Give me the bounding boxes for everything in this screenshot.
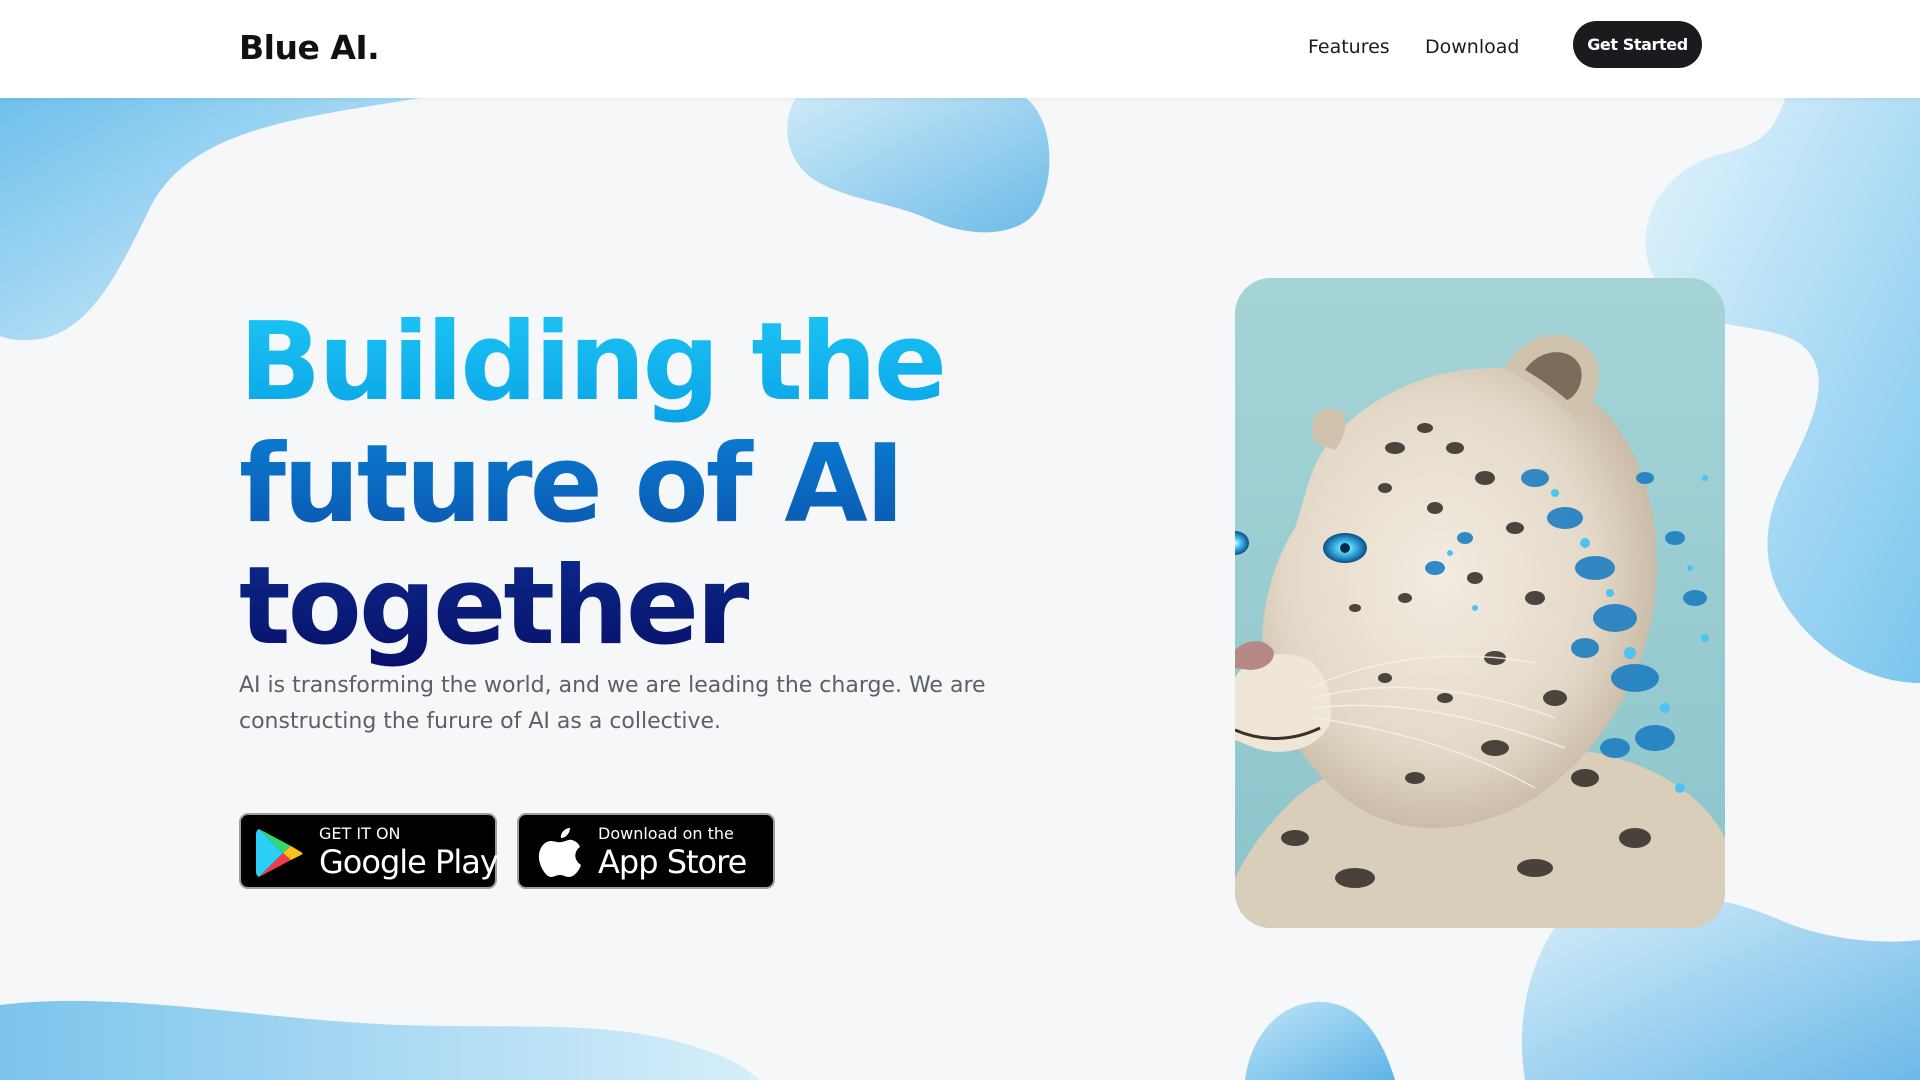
nav-download-link[interactable]: Download [1425, 36, 1519, 58]
google-play-badge[interactable]: GET IT ON Google Play [239, 813, 499, 889]
apple-icon [538, 828, 581, 877]
get-started-button[interactable]: Get Started [1573, 21, 1702, 68]
hero-image-card [1235, 278, 1725, 928]
brand-logo[interactable]: Blue AI. [239, 28, 380, 67]
hero-title: Building the future of AI together [239, 300, 947, 668]
hero-title-line-3: together [239, 546, 944, 668]
apple-badge-small-text: Download on the [598, 824, 734, 843]
hero-subtitle: AI is transforming the world, and we are… [239, 673, 986, 734]
top-center-blob [787, 98, 1050, 233]
google-badge-small-text: GET IT ON [319, 824, 401, 843]
hero-title-line-1: Building the [239, 300, 947, 425]
google-badge-large-text: Google Play [319, 843, 499, 881]
site-header: Blue AI. Features Download Get Started [0, 0, 1920, 98]
apple-badge-large-text: App Store [598, 843, 747, 881]
hero-title-line-2: future of AI [239, 424, 944, 546]
google-play-icon [256, 829, 303, 877]
app-store-badge[interactable]: Download on the App Store [517, 813, 775, 889]
bottom-center-blob [1245, 1001, 1395, 1080]
bottom-left-blob [0, 1000, 760, 1080]
nav-features-link[interactable]: Features [1308, 36, 1390, 58]
leopard-illustration [1235, 278, 1725, 928]
